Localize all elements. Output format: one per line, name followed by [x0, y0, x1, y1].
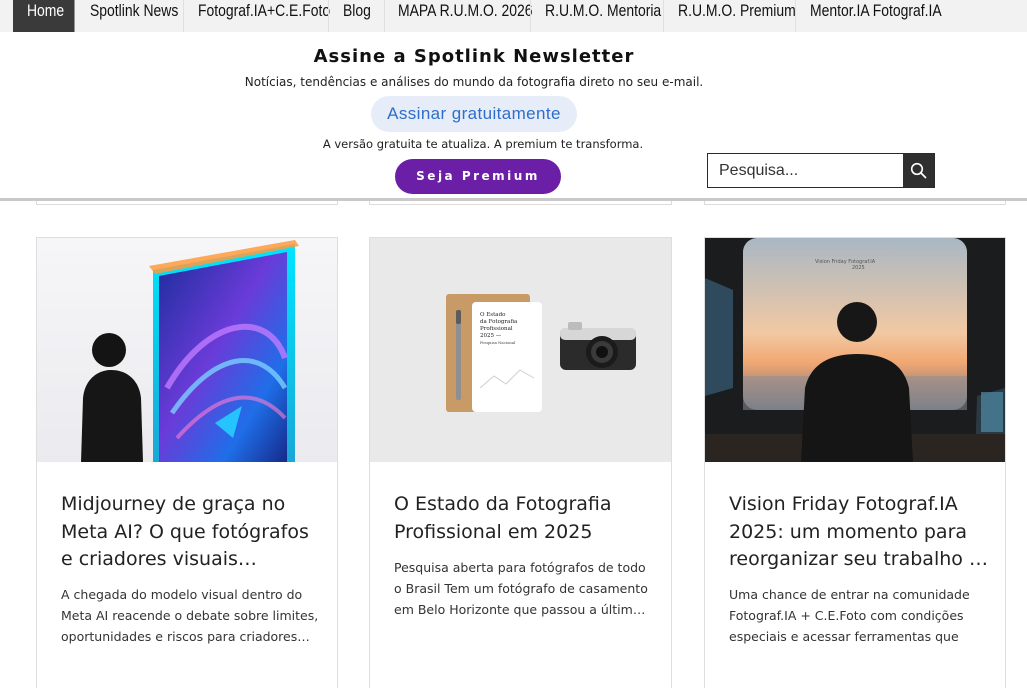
post-title[interactable]: Vision Friday Fotograf.IA 2025: um momen… — [729, 491, 991, 574]
post-excerpt: Pesquisa aberta para fotógrafos de todo … — [394, 560, 648, 617]
newsletter-note: A versão gratuita te atualiza. A premium… — [322, 137, 644, 151]
nav-item-spotlink-news[interactable]: Spotlink News — [90, 0, 178, 32]
post-image-estado-fotografia[interactable]: O Estado da Fotografia Profissional 2025… — [370, 238, 671, 462]
image-overlay-year: 2025 — [852, 265, 865, 271]
nav-item-label: R.U.M.O. Premium — [678, 1, 796, 20]
notebook-title-line: Pesquisa Nacional — [480, 340, 516, 345]
post-title[interactable]: Midjourney de graça no Meta AI? O que fo… — [61, 491, 323, 574]
nav-divider — [328, 0, 329, 32]
subscribe-free-button[interactable]: Assinar gratuitamente — [371, 96, 577, 132]
premium-button[interactable]: Seja Premium — [395, 159, 561, 194]
nav-item-label: Fotograf.IA+C.E.Foto — [198, 1, 331, 20]
search-input[interactable] — [708, 154, 904, 187]
nav-divider — [183, 0, 184, 32]
post-excerpt: Uma chance de entrar na comunidade Fotog… — [729, 587, 970, 644]
post-image-midjourney[interactable] — [37, 238, 337, 462]
nav-item-blog[interactable]: Blog — [343, 0, 371, 32]
nav-item-label: Mentor.IA Fotograf.IA — [810, 1, 942, 20]
nav-divider — [530, 0, 531, 32]
nav-item-label: Blog — [343, 1, 371, 20]
notebook-title-line: O Estado — [480, 312, 506, 318]
newsletter-subtitle: Notícias, tendências e análises do mundo… — [244, 75, 704, 89]
notebook-title-line: da Fotografia — [480, 319, 518, 325]
search-button[interactable] — [903, 154, 934, 187]
notebook-title-line: Profissional — [480, 326, 513, 332]
search-icon — [910, 162, 927, 179]
nav-divider — [795, 0, 796, 32]
search-box — [707, 153, 935, 188]
nav-item-home[interactable]: Home — [13, 0, 75, 32]
nav-item-label: Home — [26, 1, 65, 20]
image-overlay-title: Vision Friday Fotograf.IA — [815, 259, 876, 265]
nav-item-label: Spotlink News — [90, 1, 179, 20]
post-excerpt: A chegada do modelo visual dentro do Met… — [61, 587, 319, 644]
top-nav: Home Spotlink News Fotograf.IA+C.E.Foto … — [0, 0, 1027, 32]
post-title[interactable]: O Estado da Fotografia Profissional em 2… — [394, 491, 656, 546]
card-stub — [369, 201, 672, 205]
nav-item-mentor-ia[interactable]: Mentor.IA Fotograf.IA — [810, 0, 942, 32]
notebook-title-line: 2025 — — [480, 333, 502, 339]
post-image-vision-friday[interactable]: Vision Friday Fotograf.IA 2025 — [705, 238, 1005, 462]
nav-item-rumo-premium[interactable]: R.U.M.O. Premium — [678, 0, 796, 32]
nav-item-fotografia-ce-foto[interactable]: Fotograf.IA+C.E.Foto — [198, 0, 330, 32]
nav-divider — [384, 0, 385, 32]
nav-item-label: MAPA R.U.M.O. 2026 — [398, 1, 533, 20]
nav-item-label: R.U.M.O. Mentoria — [545, 1, 662, 20]
nav-divider — [663, 0, 664, 32]
post-card[interactable]: Vision Friday Fotograf.IA 2025 Vision Fr… — [704, 237, 1006, 688]
card-stub — [36, 201, 338, 205]
card-stub — [704, 201, 1006, 205]
newsletter-title: Assine a Spotlink Newsletter — [313, 46, 635, 67]
nav-item-rumo-mentoria[interactable]: R.U.M.O. Mentoria — [545, 0, 661, 32]
post-card[interactable]: O Estado da Fotografia Profissional 2025… — [369, 237, 672, 688]
nav-item-mapa-rumo[interactable]: MAPA R.U.M.O. 2026 — [398, 0, 533, 32]
post-card[interactable]: Midjourney de graça no Meta AI? O que fo… — [36, 237, 338, 688]
